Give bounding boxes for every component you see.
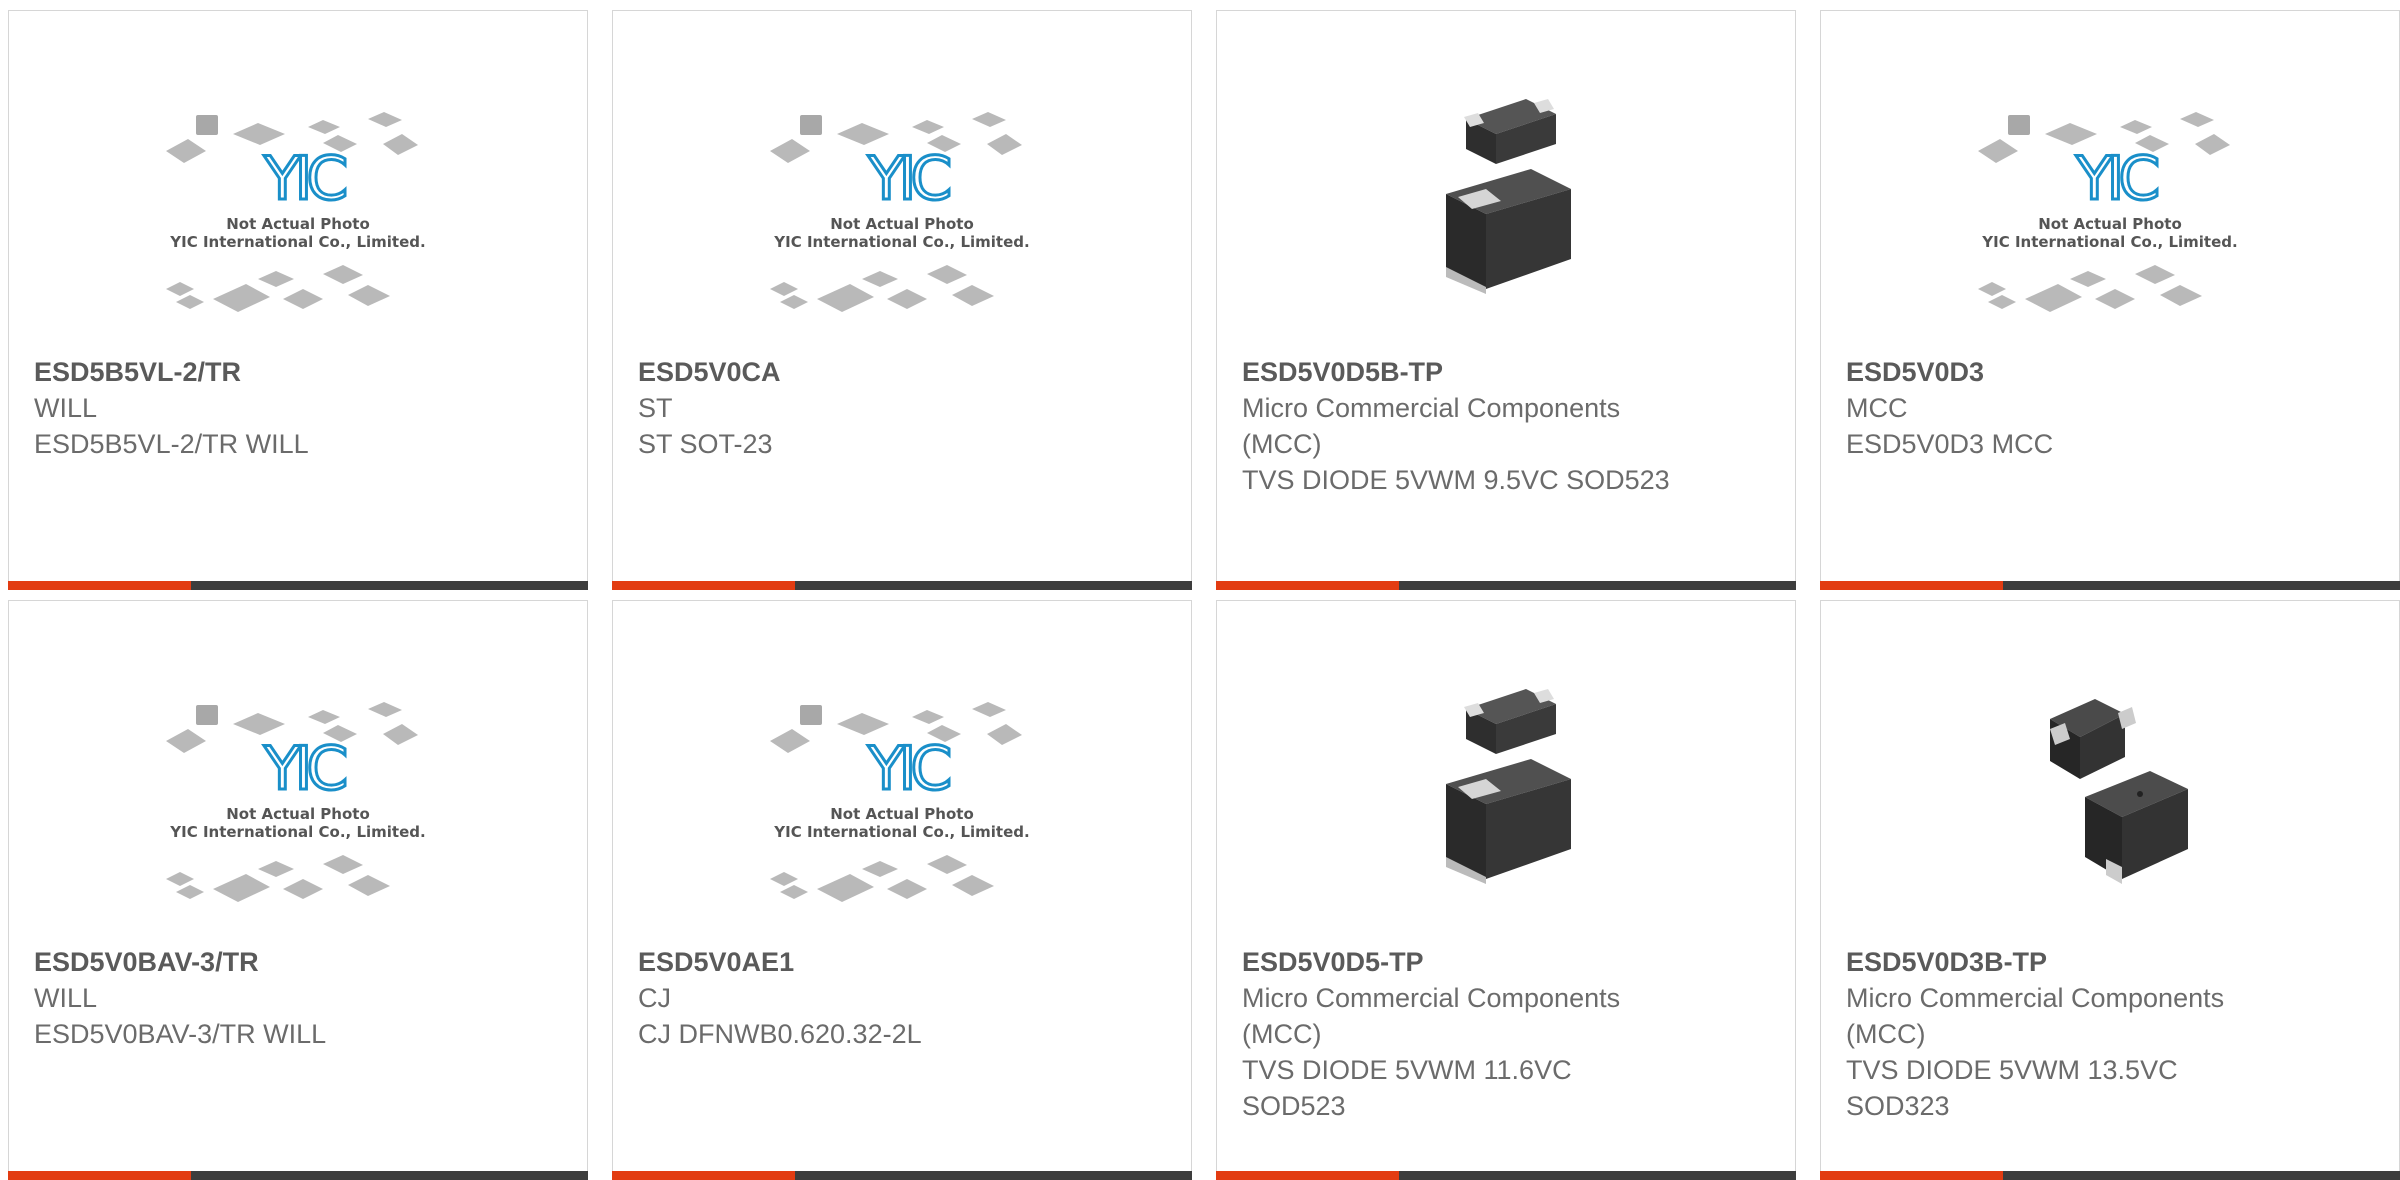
product-card[interactable]: YIC Not Actual Photo YIC International C… [1820,10,2400,590]
product-card[interactable]: ESD5V0D5B-TP Micro Commercial Components… [1216,10,1796,590]
sod523-package-icon [1446,689,1571,884]
svg-text:Not Actual Photo: Not Actual Photo [226,805,370,823]
card-bottom-bar [612,1171,1192,1180]
part-number[interactable]: ESD5V0BAV-3/TR [34,944,562,980]
product-grid: YIC Not Actual Photo YIC International C… [8,10,2400,1180]
product-image[interactable]: YIC Not Actual Photo YIC International C… [1821,89,2399,349]
placeholder-photo-icon: YIC Not Actual Photo YIC International C… [770,112,1030,312]
card-bottom-bar [8,581,588,590]
placeholder-photo-icon: YIC Not Actual Photo YIC International C… [166,702,426,902]
description: ESD5V0D3 MCC [1846,429,2054,459]
placeholder-photo-icon: YIC Not Actual Photo YIC International C… [770,702,1030,902]
manufacturer: ST [638,393,673,423]
svg-text:YIC: YIC [263,144,345,214]
svg-text:Not Actual Photo: Not Actual Photo [830,805,974,823]
placeholder-photo-icon: YIC Not Actual Photo YIC International C… [1978,112,2238,312]
manufacturer: Micro Commercial Components (MCC) [1242,983,1621,1049]
svg-text:Not Actual Photo: Not Actual Photo [830,215,974,233]
product-image[interactable]: YIC Not Actual Photo YIC International C… [613,89,1191,349]
description: ST SOT-23 [638,429,773,459]
part-number[interactable]: ESD5B5VL-2/TR [34,354,562,390]
product-card[interactable]: YIC Not Actual Photo YIC International C… [8,600,588,1180]
product-card[interactable]: YIC Not Actual Photo YIC International C… [612,600,1192,1180]
manufacturer: WILL [34,393,98,423]
description: TVS DIODE 5VWM 9.5VC SOD523 [1242,465,1670,495]
card-bottom-bar [1216,581,1796,590]
product-card[interactable]: ESD5V0D3B-TP Micro Commercial Components… [1820,600,2400,1180]
part-number[interactable]: ESD5V0D3 [1846,354,2374,390]
manufacturer: Micro Commercial Components (MCC) [1846,983,2225,1049]
product-card[interactable]: ESD5V0D5-TP Micro Commercial Components … [1216,600,1796,1180]
manufacturer: CJ [638,983,671,1013]
product-image[interactable]: YIC Not Actual Photo YIC International C… [9,89,587,349]
svg-text:YIC: YIC [2075,144,2157,214]
part-number[interactable]: ESD5V0D5B-TP [1242,354,1770,390]
manufacturer: MCC [1846,393,1908,423]
svg-text:YIC: YIC [263,734,345,804]
product-card[interactable]: YIC Not Actual Photo YIC International C… [8,10,588,590]
sod323-package-icon [2050,699,2188,884]
manufacturer: Micro Commercial Components (MCC) [1242,393,1621,459]
part-number[interactable]: ESD5V0CA [638,354,1166,390]
svg-text:YIC International Co., Limited: YIC International Co., Limited. [1981,233,2237,251]
manufacturer: WILL [34,983,98,1013]
product-image[interactable]: YIC Not Actual Photo YIC International C… [613,679,1191,939]
description: ESD5V0BAV-3/TR WILL [34,1019,327,1049]
placeholder-photo-icon: YIC Not Actual Photo YIC International C… [166,112,426,312]
product-image[interactable] [1821,679,2399,939]
product-image[interactable]: YIC Not Actual Photo YIC International C… [9,679,587,939]
svg-text:YIC International Co., Limited: YIC International Co., Limited. [169,233,425,251]
description: TVS DIODE 5VWM 11.6VC SOD523 [1242,1055,1572,1121]
part-number[interactable]: ESD5V0D3B-TP [1846,944,2374,980]
card-bottom-bar [1820,1171,2400,1180]
svg-text:YIC International Co., Limited: YIC International Co., Limited. [773,823,1029,841]
product-image[interactable] [1217,89,1795,349]
svg-text:Not Actual Photo: Not Actual Photo [226,215,370,233]
description: ESD5B5VL-2/TR WILL [34,429,309,459]
svg-text:YIC: YIC [867,144,949,214]
card-bottom-bar [1216,1171,1796,1180]
product-card[interactable]: YIC Not Actual Photo YIC International C… [612,10,1192,590]
part-number[interactable]: ESD5V0D5-TP [1242,944,1770,980]
part-number[interactable]: ESD5V0AE1 [638,944,1166,980]
card-bottom-bar [8,1171,588,1180]
svg-text:YIC International Co., Limited: YIC International Co., Limited. [773,233,1029,251]
svg-text:YIC International Co., Limited: YIC International Co., Limited. [169,823,425,841]
description: CJ DFNWB0.620.32-2L [638,1019,922,1049]
card-bottom-bar [1820,581,2400,590]
svg-text:Not Actual Photo: Not Actual Photo [2038,215,2182,233]
product-image[interactable] [1217,679,1795,939]
description: TVS DIODE 5VWM 13.5VC SOD323 [1846,1055,2178,1121]
card-bottom-bar [612,581,1192,590]
svg-text:YIC: YIC [867,734,949,804]
sod523-package-icon [1446,99,1571,294]
